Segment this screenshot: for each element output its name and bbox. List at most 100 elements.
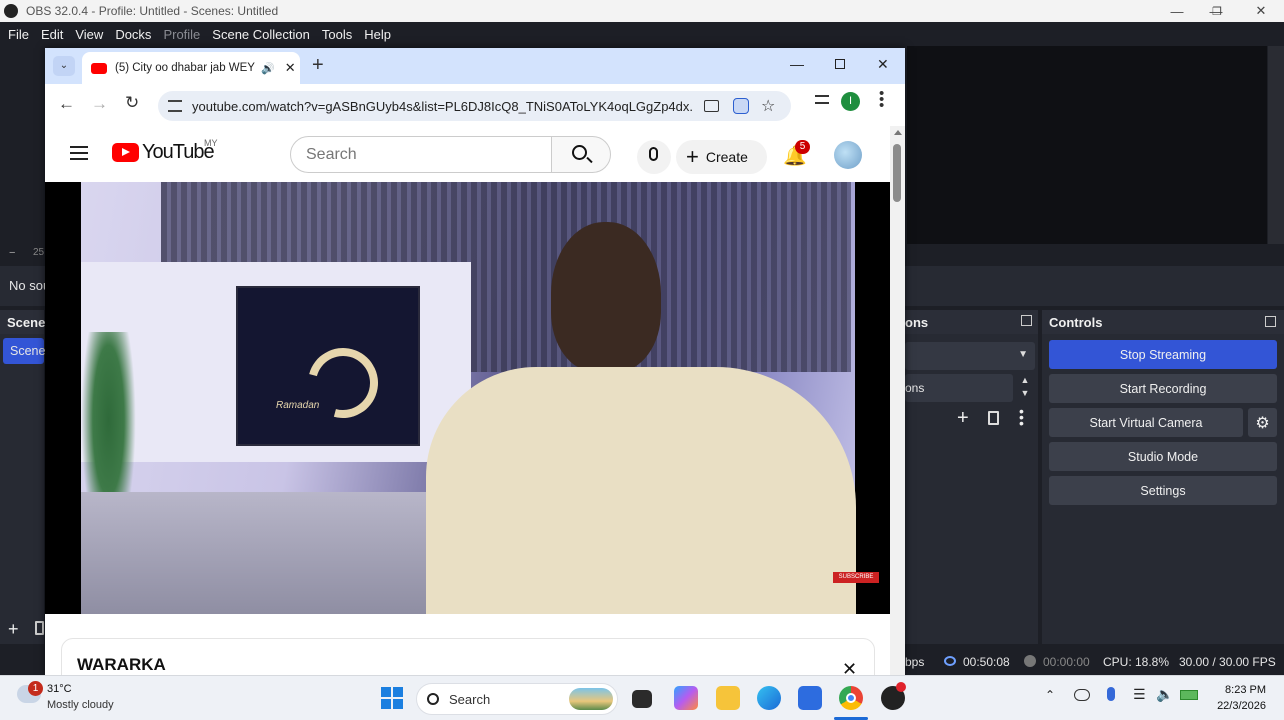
bitrate-label: bps bbox=[905, 655, 925, 669]
scene-list-item[interactable]: Scene bbox=[3, 338, 45, 364]
youtube-search-button[interactable] bbox=[551, 136, 611, 173]
playlist-title: WARARKA bbox=[77, 655, 166, 674]
windows-start-icon[interactable] bbox=[381, 687, 403, 709]
tab-title: (5) City oo dhabar jab WEYN bbox=[115, 62, 255, 74]
stop-streaming-button[interactable]: Stop Streaming bbox=[1049, 340, 1277, 369]
channel-avatar[interactable] bbox=[834, 141, 862, 169]
zoom-out-icon[interactable]: − bbox=[9, 247, 15, 259]
voice-search-button[interactable] bbox=[637, 140, 671, 174]
dock-float-icon[interactable] bbox=[1265, 316, 1276, 327]
menu-tools[interactable]: Tools bbox=[316, 27, 358, 42]
settings-button[interactable]: Settings bbox=[1049, 476, 1277, 505]
menu-edit[interactable]: Edit bbox=[35, 27, 69, 42]
start-recording-button[interactable]: Start Recording bbox=[1049, 374, 1277, 403]
video-player[interactable]: Ramadan SUBSCRIBE bbox=[45, 182, 890, 614]
browser-maximize-icon[interactable] bbox=[835, 59, 845, 69]
create-label: Create bbox=[705, 149, 748, 165]
install-app-icon[interactable] bbox=[704, 100, 719, 112]
new-tab-plus-icon[interactable]: + bbox=[312, 54, 324, 77]
obs-preview-canvas[interactable] bbox=[907, 46, 1267, 244]
transition-duration-field[interactable]: ons bbox=[905, 374, 1013, 402]
menu-view[interactable]: View bbox=[69, 27, 109, 42]
tab-audio-icon[interactable]: 🔊 bbox=[261, 62, 275, 75]
youtube-logo-icon[interactable] bbox=[112, 143, 139, 162]
site-info-icon[interactable] bbox=[168, 100, 182, 112]
battery-icon[interactable] bbox=[1180, 690, 1198, 700]
crescent-moon-icon bbox=[295, 335, 391, 431]
remove-scene-icon[interactable] bbox=[35, 621, 44, 635]
obs-taskbar-icon[interactable] bbox=[881, 682, 906, 710]
copilot-icon[interactable] bbox=[674, 686, 698, 710]
preview-zoom-label: 25 bbox=[33, 247, 45, 258]
tv-screen: Ramadan bbox=[236, 286, 420, 446]
obs-maximize-icon[interactable]: ❐ bbox=[1197, 0, 1237, 22]
bookmark-star-icon[interactable]: ☆ bbox=[761, 96, 775, 116]
taskbar-search-box[interactable]: Search bbox=[416, 683, 618, 715]
file-explorer-icon[interactable] bbox=[716, 686, 740, 710]
obs-minimize-icon[interactable]: — bbox=[1157, 0, 1197, 22]
microphone-icon bbox=[649, 147, 658, 161]
wifi-icon[interactable]: ☰ bbox=[1133, 686, 1146, 703]
clock-time[interactable]: 8:23 PM bbox=[1224, 684, 1266, 696]
weather-temperature[interactable]: 31°C bbox=[47, 683, 72, 695]
transitions-dock-title: ons bbox=[905, 310, 1038, 334]
studio-mode-button[interactable]: Studio Mode bbox=[1049, 442, 1277, 471]
transition-more-icon[interactable]: • • • bbox=[1019, 404, 1024, 430]
remove-transition-icon[interactable] bbox=[988, 411, 999, 425]
tab-close-icon[interactable]: ✕ bbox=[285, 60, 296, 76]
playlist-close-icon[interactable]: ✕ bbox=[842, 659, 857, 675]
menu-file[interactable]: File bbox=[2, 27, 35, 42]
edge-icon[interactable] bbox=[757, 686, 781, 710]
weather-description[interactable]: Mostly cloudy bbox=[47, 699, 114, 711]
menu-profile[interactable]: Profile bbox=[157, 27, 206, 42]
person-shirt bbox=[426, 367, 856, 614]
menu-scene-collection[interactable]: Scene Collection bbox=[206, 27, 316, 42]
start-virtual-camera-button[interactable]: Start Virtual Camera bbox=[1049, 408, 1243, 437]
subscribe-overlay[interactable]: SUBSCRIBE bbox=[833, 572, 879, 583]
address-bar[interactable]: youtube.com/watch?v=gASBnGUyb4s&list=PL6… bbox=[158, 91, 791, 121]
menu-help[interactable]: Help bbox=[358, 27, 397, 42]
browser-minimize-icon[interactable]: — bbox=[790, 56, 804, 72]
transitions-dock: ons ▼ ons ▲ ▼ + • • • bbox=[905, 310, 1038, 644]
microphone-icon[interactable] bbox=[1107, 687, 1115, 701]
media-controls-icon[interactable] bbox=[815, 95, 829, 104]
youtube-search-input[interactable]: Search bbox=[290, 136, 552, 173]
page-scrollbar[interactable] bbox=[890, 126, 905, 675]
store-icon[interactable] bbox=[798, 686, 822, 710]
tab-search-chevron-icon[interactable]: ⌄ bbox=[53, 56, 75, 76]
profile-avatar[interactable]: I bbox=[841, 92, 860, 111]
chrome-icon[interactable] bbox=[839, 686, 863, 710]
browser-menu-icon[interactable]: • • • bbox=[879, 86, 884, 113]
browser-tab-strip: ⌄ (5) City oo dhabar jab WEYN 🔊 ✕ + — ✕ bbox=[45, 48, 905, 84]
menu-docks[interactable]: Docks bbox=[109, 27, 157, 42]
obs-logo-icon bbox=[4, 4, 18, 18]
reload-icon[interactable]: ↻ bbox=[125, 93, 139, 113]
add-transition-icon[interactable]: + bbox=[957, 407, 969, 430]
obs-preview-scrollbar[interactable] bbox=[1268, 46, 1284, 244]
task-view-icon[interactable] bbox=[632, 690, 652, 708]
controls-dock-title: Controls bbox=[1042, 310, 1284, 334]
hamburger-menu-icon[interactable] bbox=[70, 146, 88, 160]
tray-chevron-up-icon[interactable]: ⌃ bbox=[1045, 688, 1055, 702]
scrollbar-thumb[interactable] bbox=[893, 144, 901, 202]
notification-count-badge: 5 bbox=[795, 140, 810, 154]
obs-close-icon[interactable]: ✕ bbox=[1241, 0, 1281, 22]
lens-icon[interactable] bbox=[733, 98, 749, 114]
add-scene-icon[interactable]: + bbox=[8, 619, 19, 640]
cloud-off-icon[interactable] bbox=[1074, 689, 1090, 701]
virtual-camera-settings-gear-icon[interactable]: ⚙ bbox=[1248, 408, 1277, 437]
volume-icon[interactable]: 🔈 bbox=[1156, 686, 1173, 703]
browser-tab-active[interactable]: (5) City oo dhabar jab WEYN 🔊 ✕ bbox=[82, 52, 300, 84]
browser-window: ⌄ (5) City oo dhabar jab WEYN 🔊 ✕ + — ✕ … bbox=[45, 48, 905, 675]
scroll-up-icon[interactable] bbox=[894, 130, 902, 135]
transition-select[interactable]: ▼ bbox=[905, 342, 1035, 370]
back-arrow-icon[interactable]: ← bbox=[58, 94, 75, 114]
tv-ramadan-text: Ramadan bbox=[276, 400, 320, 411]
duration-stepper[interactable]: ▲ ▼ bbox=[1015, 374, 1035, 402]
youtube-logo-text[interactable]: YouTube bbox=[142, 141, 215, 164]
browser-close-icon[interactable]: ✕ bbox=[877, 56, 889, 73]
create-button[interactable]: + Create bbox=[676, 140, 767, 174]
dock-float-icon[interactable] bbox=[1021, 315, 1032, 326]
forward-arrow-icon[interactable]: → bbox=[91, 94, 108, 114]
clock-date[interactable]: 22/3/2026 bbox=[1214, 700, 1266, 712]
